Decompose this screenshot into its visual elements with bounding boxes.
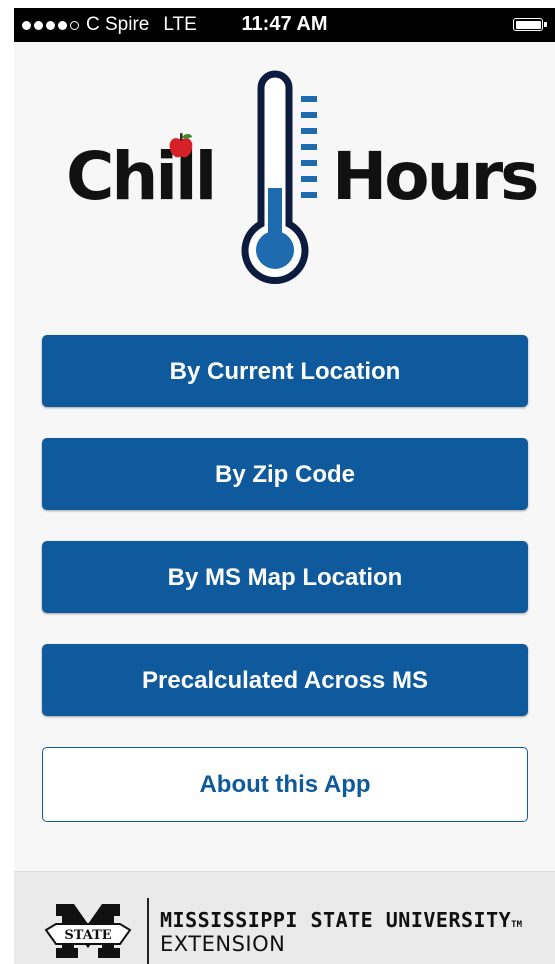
trademark-mark: TM <box>511 920 522 930</box>
footer: STATE MISSISSIPPI STATE UNIVERSITYTM EXT… <box>14 871 555 964</box>
apple-icon <box>169 133 193 158</box>
by-zip-code-button[interactable]: By Zip Code <box>42 438 528 510</box>
by-current-location-button[interactable]: By Current Location <box>42 335 528 407</box>
main-menu: By Current Location By Zip Code By MS Ma… <box>42 335 528 853</box>
department-name: EXTENSION <box>160 932 286 956</box>
by-ms-map-location-button[interactable]: By MS Map Location <box>42 541 528 613</box>
logo-word-hours: Hours <box>332 138 539 215</box>
app-logo: Chill Hours <box>14 56 555 296</box>
footer-divider <box>147 898 149 964</box>
msu-seal-text: STATE <box>64 928 111 943</box>
app-screen: C Spire LTE 11:47 AM Chill Hours By Curr… <box>14 8 555 964</box>
status-time: 11:47 AM <box>241 13 328 35</box>
msu-logo-icon: STATE <box>44 904 132 958</box>
thermometer-icon <box>241 70 317 284</box>
university-name: MISSISSIPPI STATE UNIVERSITYTM <box>160 908 522 932</box>
precalculated-across-ms-button[interactable]: Precalculated Across MS <box>42 644 528 716</box>
about-app-button[interactable]: About this App <box>42 747 528 822</box>
battery-icon <box>513 18 547 31</box>
status-bar: C Spire LTE 11:47 AM <box>14 8 555 42</box>
